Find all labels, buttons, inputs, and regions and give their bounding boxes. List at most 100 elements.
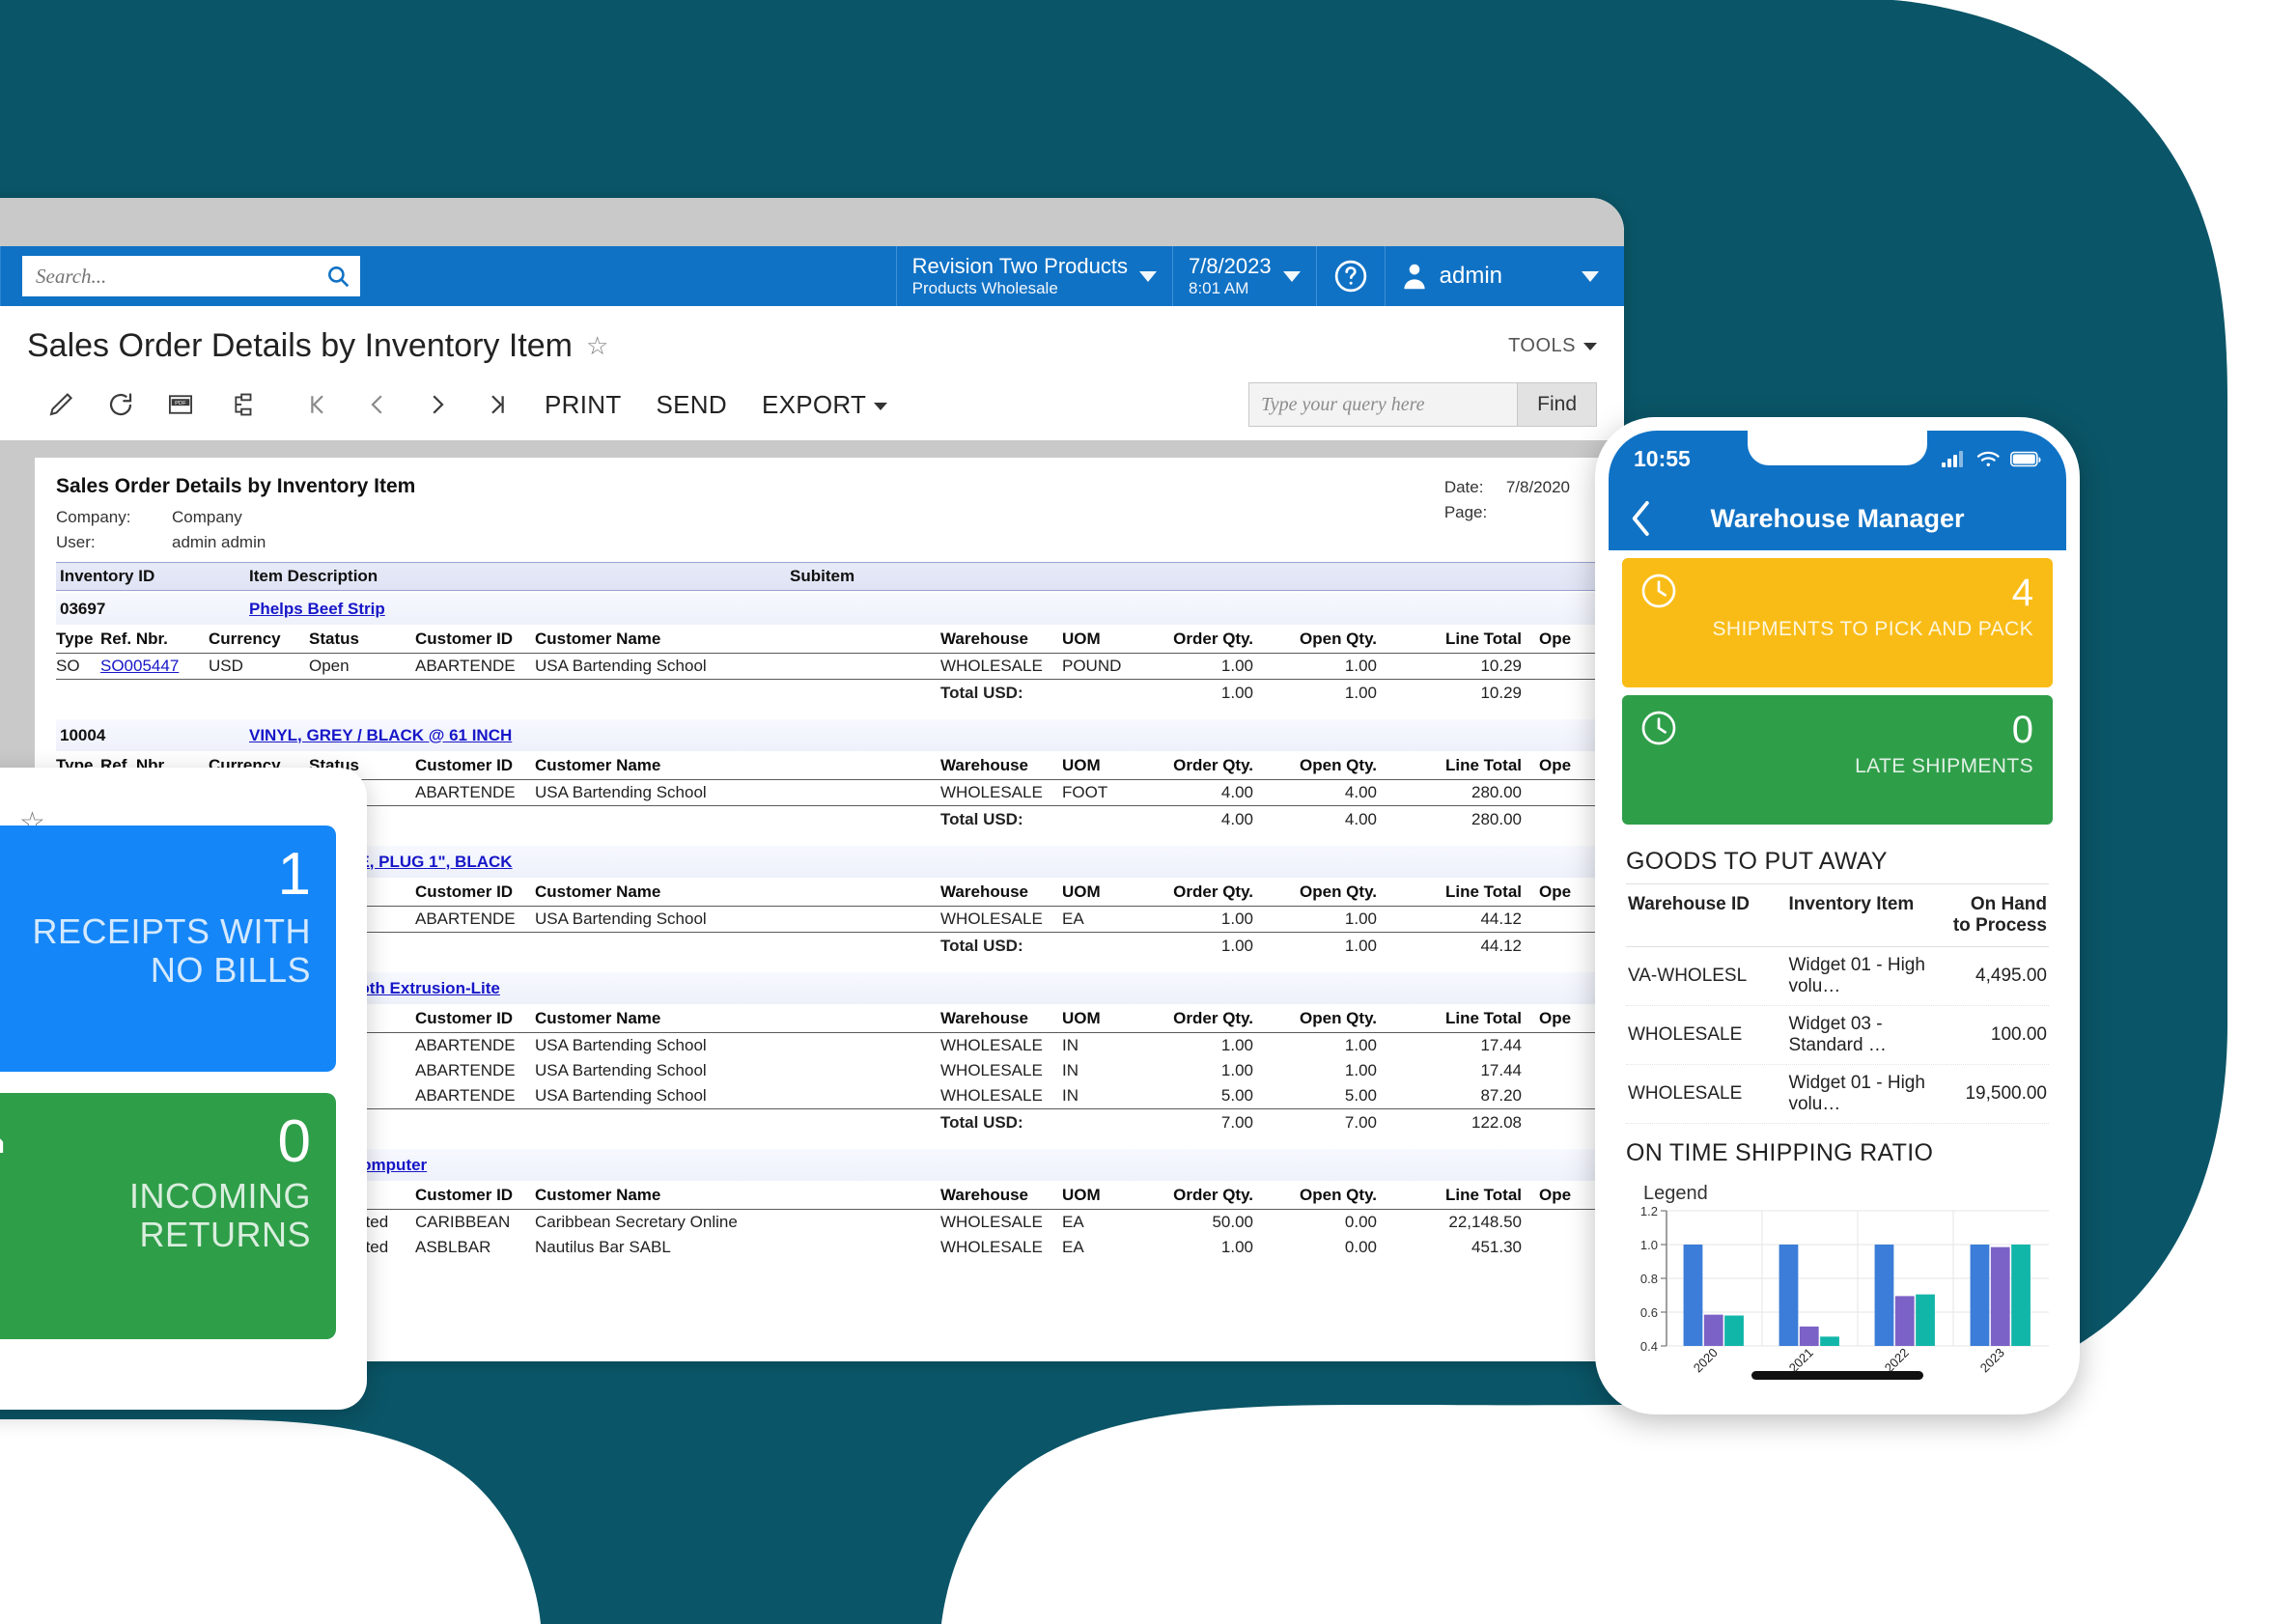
report-band-header: Inventory ID Item Description Subitem xyxy=(56,562,1599,591)
datetime-selector[interactable]: 7/8/2023 8:01 AM xyxy=(1171,246,1316,306)
mobile-kpi-late-shipments[interactable]: 0 LATE SHIPMENTS xyxy=(1622,695,2053,825)
report-item-row: 10004 VINYL, GREY / BLACK @ 61 INCH xyxy=(56,719,1599,751)
table-row[interactable]: WHOLESALE Widget 01 - High volu… 19,500.… xyxy=(1626,1064,2049,1124)
table-row[interactable]: VA-WHOLESL Widget 01 - High volu… 4,495.… xyxy=(1626,946,2049,1006)
help-button[interactable] xyxy=(1315,246,1385,306)
col-warehouse: Warehouse xyxy=(940,625,1062,654)
send-button[interactable]: SEND xyxy=(639,390,744,420)
item-description[interactable]: Phelps Beef Strip xyxy=(249,600,385,619)
col-on-hand-to-process: On Hand to Process xyxy=(1947,883,2049,947)
first-page-icon[interactable] xyxy=(288,382,348,427)
col-open-qty: Open Qty. xyxy=(1271,1181,1394,1210)
col-open-total-cut: Ope xyxy=(1539,1004,1599,1033)
cell-currency: USD xyxy=(209,657,243,675)
cell-order-qty: 1.00 xyxy=(1220,1238,1253,1256)
export-button[interactable]: EXPORT xyxy=(744,390,905,420)
user-menu[interactable]: admin xyxy=(1384,246,1624,306)
query-input[interactable]: Type your query here xyxy=(1248,382,1518,427)
col-customer-name: Customer Name xyxy=(535,878,940,907)
cell-uom: EA xyxy=(1062,1238,1084,1256)
cell-customer-name: Caribbean Secretary Online xyxy=(535,1213,738,1231)
mobile-device: 10:55 Warehouse Manager 4 SHIPMENTS TO P… xyxy=(1595,417,2080,1414)
table-row[interactable]: WHOLESALE Widget 03 - Standard … 100.00 xyxy=(1626,1005,2049,1065)
cell-qty: 19,500.00 xyxy=(1947,1064,2049,1124)
total-order-qty: 1.00 xyxy=(1145,679,1271,706)
cell-open-qty: 5.00 xyxy=(1344,1086,1377,1105)
cell-line-total: 451.30 xyxy=(1471,1238,1522,1256)
report-user-label: User: xyxy=(56,532,96,551)
user-name: admin xyxy=(1439,263,1502,289)
item-inventory-id: 10004 xyxy=(60,725,106,744)
mobile-screen: 10:55 Warehouse Manager 4 SHIPMENTS TO P… xyxy=(1609,431,2066,1401)
mobile-status-bar: 10:55 xyxy=(1609,431,2066,487)
col-warehouse: Warehouse xyxy=(940,751,1062,780)
report-page-row: Page: xyxy=(1444,500,1570,525)
pdf-icon[interactable]: PDF xyxy=(151,382,210,427)
report-item-row: 03697 Phelps Beef Strip xyxy=(56,593,1599,625)
back-chevron-icon[interactable] xyxy=(1630,500,1653,537)
find-button[interactable]: Find xyxy=(1517,382,1597,427)
item-description[interactable]: VINYL, GREY / BLACK @ 61 INCH xyxy=(249,726,512,745)
col-open-total-cut: Ope xyxy=(1539,751,1599,780)
col-warehouse: Warehouse xyxy=(940,1181,1062,1210)
hierarchy-icon[interactable] xyxy=(210,382,270,427)
col-warehouse-id: Warehouse ID xyxy=(1626,883,1787,947)
table-total-row: Total USD: 1.00 1.00 10.29 xyxy=(56,679,1599,706)
band-subitem: Subitem xyxy=(790,567,855,585)
company-selector[interactable]: Revision Two Products Products Wholesale xyxy=(895,246,1172,306)
window-title-bar xyxy=(0,198,1624,246)
last-page-icon[interactable] xyxy=(467,382,527,427)
mobile-kpi-shipments-to-pick-and-pack[interactable]: 4 SHIPMENTS TO PICK AND PACK xyxy=(1622,558,2053,687)
search-box[interactable] xyxy=(22,256,360,296)
total-line-total: 280.00 xyxy=(1394,805,1539,832)
total-order-qty: 7.00 xyxy=(1145,1108,1271,1135)
favorite-star-icon[interactable]: ☆ xyxy=(586,331,608,361)
mobile-kpi-label: SHIPMENTS TO PICK AND PACK xyxy=(1712,618,2033,640)
search-icon[interactable] xyxy=(325,264,350,289)
report-date-label: Date: xyxy=(1443,478,1484,496)
kpi-tile-receipts-with-no-bills[interactable]: 1 RECEIPTS WITH NO BILLS xyxy=(0,826,336,1072)
cell-line-total: 22,148.50 xyxy=(1448,1213,1522,1231)
caret-down-icon xyxy=(874,402,888,410)
page-header: Sales Order Details by Inventory Item ☆ … xyxy=(0,306,1624,365)
col-line-total: Line Total xyxy=(1394,751,1539,780)
cell-inventory-item: Widget 01 - High volu… xyxy=(1786,1064,1947,1124)
report-lines-table: Type Ref. Nbr. Currency Status Customer … xyxy=(56,625,1599,706)
on-time-shipping-ratio-title: ON TIME SHIPPING RATIO xyxy=(1626,1139,1934,1166)
col-type: Type xyxy=(56,625,100,654)
search-input[interactable] xyxy=(36,264,325,289)
kpi-tile-incoming-returns[interactable]: 0 INCOMING RETURNS xyxy=(0,1093,336,1339)
cell-warehouse: WHOLESALE xyxy=(940,910,1043,928)
col-open-total-cut: Ope xyxy=(1539,1181,1599,1210)
cell-order-qty: 1.00 xyxy=(1220,1036,1253,1054)
prev-page-icon[interactable] xyxy=(348,382,407,427)
total-line-total: 122.08 xyxy=(1394,1108,1539,1135)
total-label: Total USD: xyxy=(940,1108,1062,1135)
svg-text:1.2: 1.2 xyxy=(1640,1205,1658,1218)
ref-link[interactable]: SO005447 xyxy=(100,657,179,675)
wifi-icon xyxy=(1976,451,2000,466)
report-company-row: Company: Company xyxy=(56,505,415,530)
report-company-value: Company xyxy=(172,508,242,526)
item-description-link[interactable]: VINYL, GREY / BLACK @ 61 INCH xyxy=(249,726,512,744)
total-open-qty: 1.00 xyxy=(1271,932,1394,959)
refresh-icon[interactable] xyxy=(91,382,151,427)
report-page-label: Page: xyxy=(1443,502,1488,521)
item-description-link[interactable]: Phelps Beef Strip xyxy=(249,600,385,618)
app-top-bar: umatica Revision Two Products Products W… xyxy=(0,246,1624,306)
cell-inventory-item: Widget 01 - High volu… xyxy=(1786,946,1947,1006)
kpi-card-panel: ☆ 1 RECEIPTS WITH NO BILLS 0 INCOMING RE… xyxy=(0,768,367,1410)
cell-customer-id: ABARTENDE xyxy=(415,1061,516,1079)
kpi-label: INCOMING RETURNS xyxy=(0,1176,311,1255)
current-time: 8:01 AM xyxy=(1188,278,1249,297)
total-order-qty: 4.00 xyxy=(1145,805,1271,832)
cell-line-total: 87.20 xyxy=(1480,1086,1522,1105)
next-page-icon[interactable] xyxy=(407,382,467,427)
clock-icon xyxy=(1641,711,1676,745)
print-button[interactable]: PRINT xyxy=(527,390,639,420)
edit-icon[interactable] xyxy=(31,382,91,427)
cell-ref[interactable]: SO005447 xyxy=(100,654,209,680)
table-header-row: Type Ref. Nbr. Currency Status Customer … xyxy=(56,625,1599,654)
tools-menu[interactable]: TOOLS xyxy=(1508,335,1597,357)
tools-label: TOOLS xyxy=(1508,335,1576,356)
